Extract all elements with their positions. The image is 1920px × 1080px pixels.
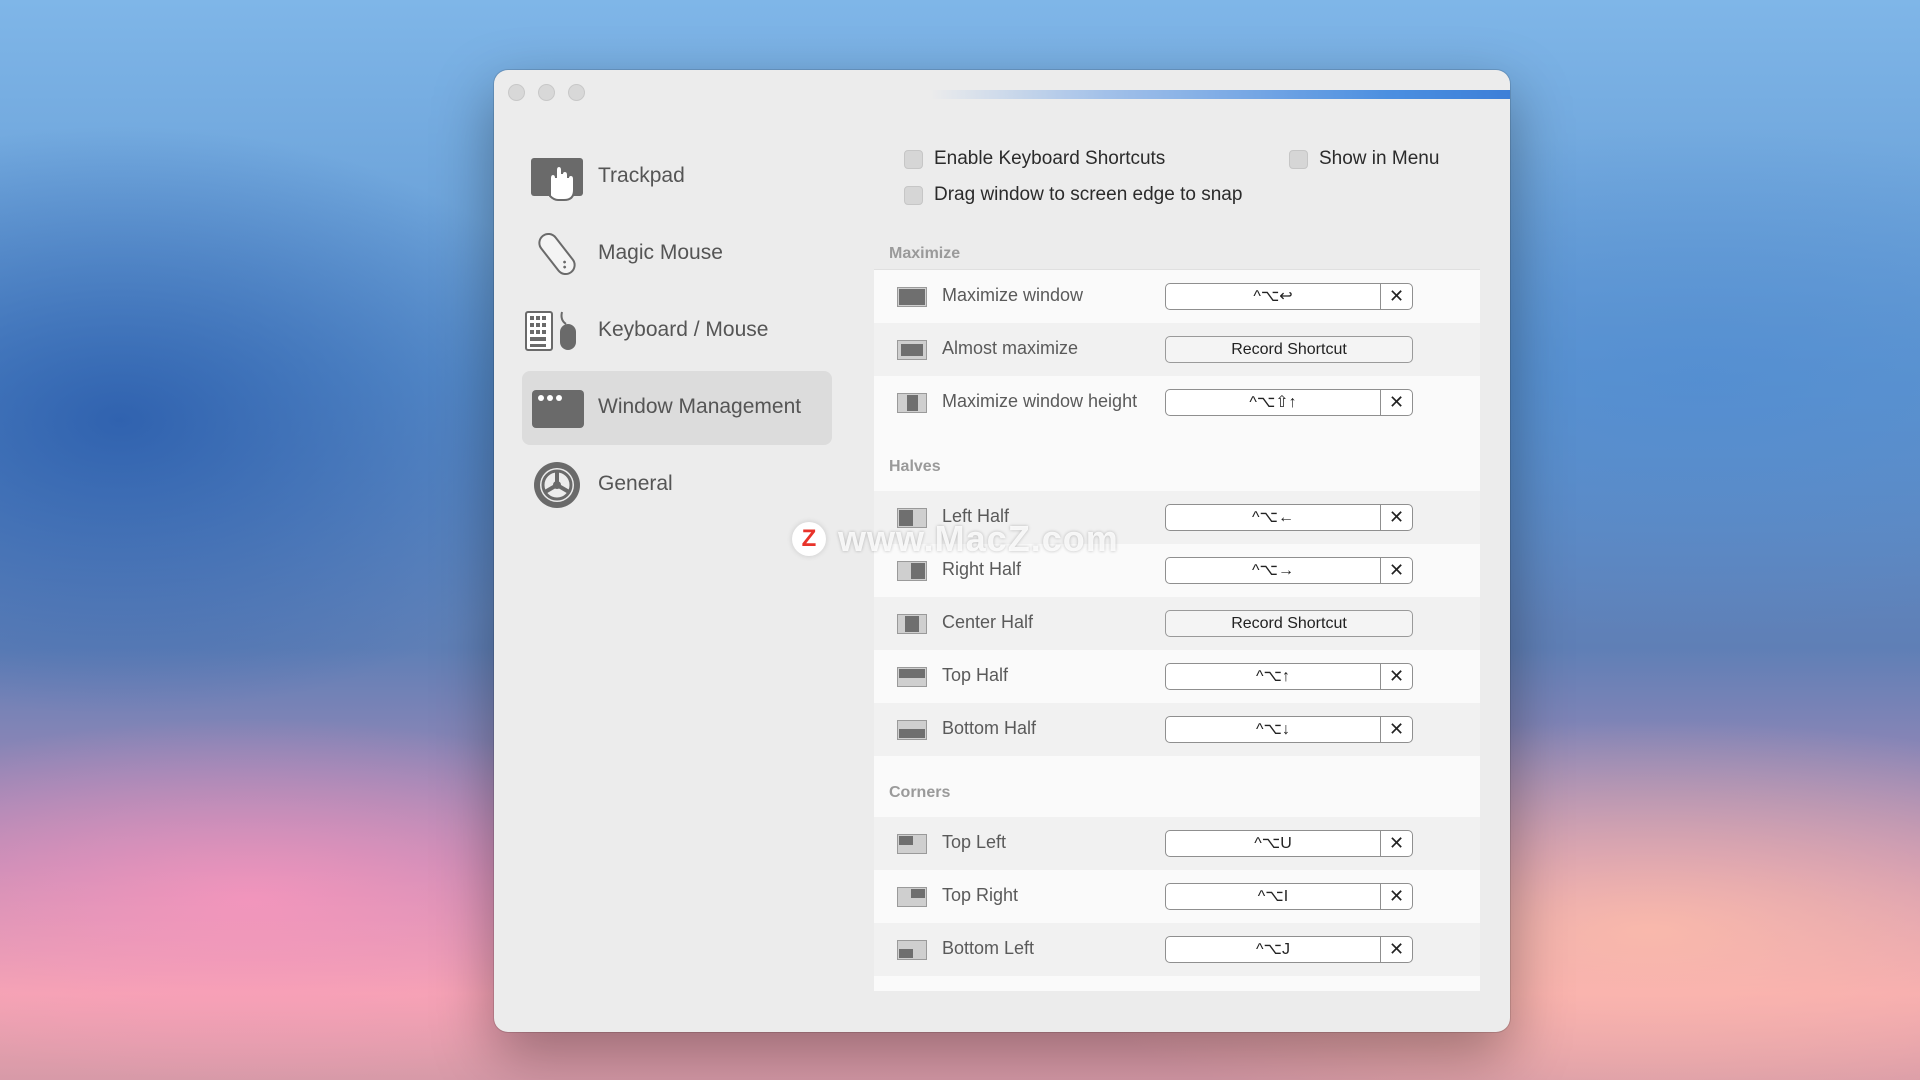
enable-keyboard-shortcuts-checkbox[interactable]: Enable Keyboard Shortcuts: [904, 148, 1165, 170]
sidebar-item-general[interactable]: General: [522, 448, 832, 522]
shortcut-recorder[interactable]: ^⌥I ✕: [1165, 883, 1413, 910]
shortcut-recorder[interactable]: ^⌥→ ✕: [1165, 557, 1413, 584]
shortcut-keys: ^⌥J: [1256, 941, 1290, 958]
checkbox-box[interactable]: [904, 185, 923, 205]
shortcut-row-bottom-left: Bottom Left ^⌥J ✕: [874, 923, 1480, 976]
row-label: Almost maximize: [942, 338, 1079, 358]
shortcut-row-top-half: Top Half ^⌥↑ ✕: [874, 650, 1480, 703]
clear-shortcut-button[interactable]: ✕: [1381, 831, 1412, 856]
watermark-text: www.MacZ.com: [838, 518, 1119, 559]
drag-snap-label: Drag window to screen edge to snap: [934, 184, 1243, 205]
shortcut-keys: ^⌥←: [1252, 509, 1294, 526]
shortcut-recorder[interactable]: ^⌥⇧↑ ✕: [1165, 389, 1413, 416]
watermark: Z www.MacZ.com: [792, 518, 1119, 560]
row-label: Bottom Left: [942, 938, 1035, 958]
section-header-corners: Corners: [889, 784, 951, 801]
keyboard-mouse-icon: [525, 311, 576, 351]
row-label: Top Right: [942, 885, 1019, 905]
gear-icon: [534, 462, 580, 508]
bottom-half-icon: [897, 720, 927, 740]
clear-shortcut-button[interactable]: ✕: [1381, 390, 1412, 415]
show-in-menu-checkbox[interactable]: Show in Menu: [1289, 148, 1439, 170]
shortcut-recorder[interactable]: ^⌥↓ ✕: [1165, 716, 1413, 743]
title-accent-line: [930, 90, 1510, 99]
drag-snap-checkbox[interactable]: Drag window to screen edge to snap: [904, 184, 1242, 206]
sidebar-item-label: General: [598, 472, 673, 495]
shortcut-keys: ^⌥↩: [1253, 288, 1293, 305]
sidebar-item-label: Keyboard / Mouse: [598, 318, 769, 341]
trackpad-icon: [531, 158, 583, 201]
row-label: Center Half: [942, 612, 1034, 632]
shortcuts-list: Maximize Maximize window ^⌥↩ ✕ Almost ma…: [874, 238, 1480, 991]
shortcut-keys: ^⌥I: [1257, 888, 1289, 905]
sidebar-item-trackpad[interactable]: Trackpad: [522, 140, 832, 214]
shortcut-options: Enable Keyboard Shortcuts Show in Menu D…: [904, 148, 1494, 228]
clear-shortcut-button[interactable]: ✕: [1381, 505, 1412, 530]
zoom-window-button[interactable]: [568, 84, 585, 101]
sidebar-item-label: Magic Mouse: [598, 241, 723, 264]
shortcut-keys: ^⌥↑: [1256, 668, 1290, 685]
shortcut-row-bottom-half: Bottom Half ^⌥↓ ✕: [874, 703, 1480, 756]
enable-keyboard-shortcuts-label: Enable Keyboard Shortcuts: [934, 148, 1166, 169]
clear-shortcut-button[interactable]: ✕: [1381, 284, 1412, 309]
show-in-menu-label: Show in Menu: [1319, 148, 1440, 169]
shortcut-recorder[interactable]: ^⌥U ✕: [1165, 830, 1413, 857]
top-right-icon: [897, 887, 927, 907]
top-half-icon: [897, 667, 927, 687]
clear-shortcut-button[interactable]: ✕: [1381, 664, 1412, 689]
close-window-button[interactable]: [508, 84, 525, 101]
shortcut-recorder[interactable]: ^⌥↑ ✕: [1165, 663, 1413, 690]
watermark-logo: Z: [792, 522, 826, 556]
clear-shortcut-button[interactable]: ✕: [1381, 717, 1412, 742]
row-label: Bottom Half: [942, 718, 1037, 738]
shortcut-keys: ^⌥⇧↑: [1249, 394, 1297, 411]
right-half-icon: [897, 561, 927, 581]
section-header-maximize: Maximize: [874, 238, 1480, 270]
maximize-height-icon: [897, 393, 927, 413]
shortcut-recorder[interactable]: ^⌥J ✕: [1165, 936, 1413, 963]
maximize-window-icon: [897, 287, 927, 307]
window-management-icon: [532, 390, 584, 428]
shortcut-row-top-right: Top Right ^⌥I ✕: [874, 870, 1480, 923]
clear-shortcut-button[interactable]: ✕: [1381, 937, 1412, 962]
top-left-icon: [897, 834, 927, 854]
center-half-icon: [897, 614, 927, 634]
almost-maximize-icon: [897, 340, 927, 360]
shortcut-row-center-half: Center Half Record Shortcut: [874, 597, 1480, 650]
shortcut-row-almost-maximize: Almost maximize Record Shortcut: [874, 323, 1480, 376]
shortcut-keys: ^⌥U: [1254, 835, 1292, 852]
sidebar-item-keyboard-mouse[interactable]: Keyboard / Mouse: [522, 294, 832, 368]
checkbox-box[interactable]: [904, 149, 923, 169]
row-label: Top Left: [942, 832, 1007, 852]
shortcut-row-maximize-window: Maximize window ^⌥↩ ✕: [874, 270, 1480, 323]
shortcut-recorder[interactable]: ^⌥↩ ✕: [1165, 283, 1413, 310]
record-shortcut-button[interactable]: Record Shortcut: [1165, 610, 1413, 637]
record-shortcut-button[interactable]: Record Shortcut: [1165, 336, 1413, 363]
row-label: Right Half: [942, 559, 1022, 579]
clear-shortcut-button[interactable]: ✕: [1381, 558, 1412, 583]
sidebar: Trackpad Magic Mouse Keyboard / Mouse Wi…: [522, 140, 832, 525]
shortcut-keys: ^⌥↓: [1256, 721, 1290, 738]
bottom-left-icon: [897, 940, 927, 960]
shortcut-row-top-left: Top Left ^⌥U ✕: [874, 817, 1480, 870]
shortcut-keys: ^⌥→: [1252, 562, 1294, 579]
sidebar-item-window-management[interactable]: Window Management: [522, 371, 832, 445]
sidebar-item-magic-mouse[interactable]: Magic Mouse: [522, 217, 832, 291]
sidebar-item-label: Window Management: [598, 395, 802, 418]
row-label: Top Half: [942, 665, 1009, 685]
shortcut-recorder[interactable]: ^⌥← ✕: [1165, 504, 1413, 531]
shortcut-row-maximize-height: Maximize window height ^⌥⇧↑ ✕: [874, 376, 1480, 429]
title-bar: [494, 70, 1510, 114]
sidebar-item-label: Trackpad: [598, 164, 685, 187]
row-label: Maximize window: [942, 285, 1084, 305]
minimize-window-button[interactable]: [538, 84, 555, 101]
row-label: Maximize window height: [942, 391, 1138, 411]
section-header-halves: Halves: [889, 458, 941, 475]
magic-mouse-icon: [538, 232, 576, 276]
checkbox-box[interactable]: [1289, 149, 1308, 169]
clear-shortcut-button[interactable]: ✕: [1381, 884, 1412, 909]
